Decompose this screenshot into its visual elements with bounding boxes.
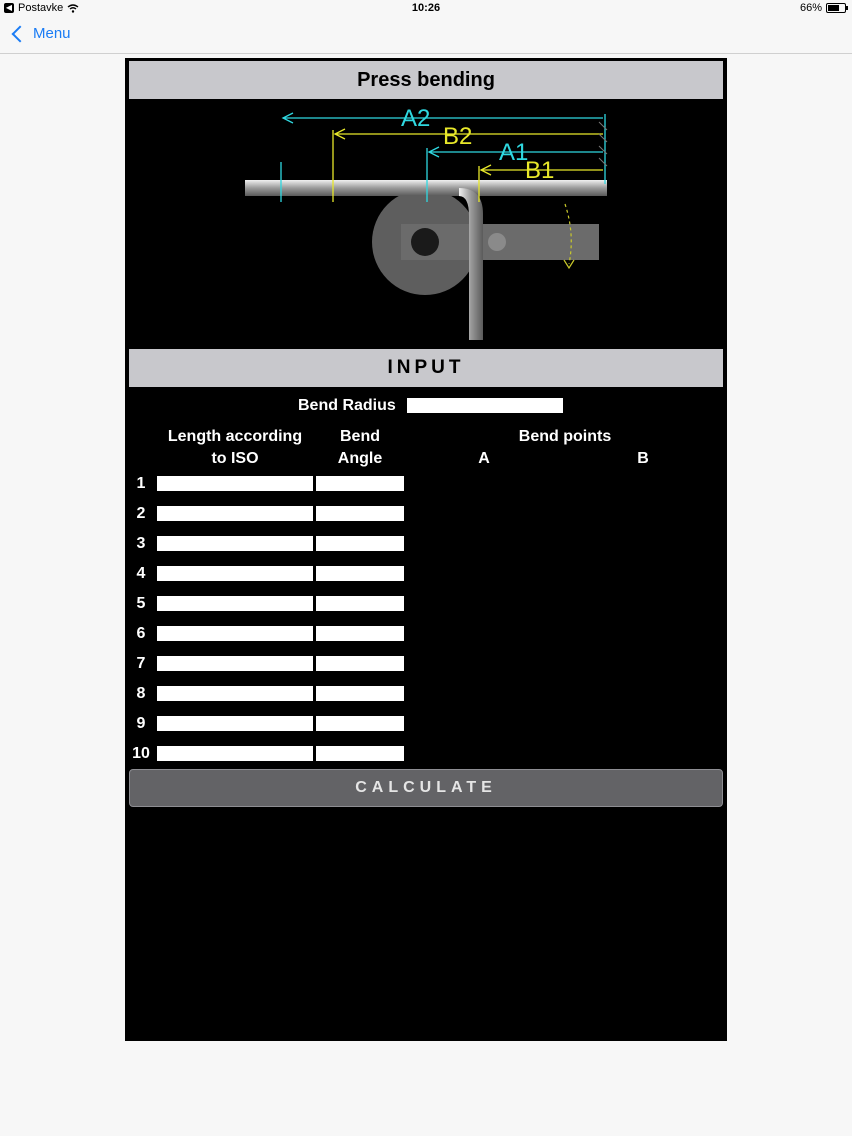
bend-points-header: Bend points xyxy=(518,428,612,445)
row-number: 5 xyxy=(136,595,146,612)
bend-radius-input[interactable] xyxy=(407,398,563,413)
length-input[interactable] xyxy=(157,716,313,731)
angle-input[interactable] xyxy=(316,686,404,701)
angle-header-line1: Bend xyxy=(340,428,380,445)
battery-level xyxy=(828,5,839,11)
row-number: 7 xyxy=(136,655,146,672)
back-button-label: Menu xyxy=(33,25,71,42)
length-input[interactable] xyxy=(157,686,313,701)
row-number: 3 xyxy=(136,535,146,552)
length-input[interactable] xyxy=(157,746,313,761)
row-number: 10 xyxy=(132,745,150,762)
battery-percent: 66% xyxy=(799,2,822,14)
row-number: 9 xyxy=(136,715,146,732)
row-number: 2 xyxy=(136,505,146,522)
length-input[interactable] xyxy=(157,476,313,491)
angle-input[interactable] xyxy=(316,476,404,491)
bend-point-a-header: A xyxy=(478,450,490,467)
length-column-header: Length according to ISO xyxy=(157,426,313,470)
length-input[interactable] xyxy=(157,626,313,641)
row-number: 6 xyxy=(136,625,146,642)
navigation-bar: Menu xyxy=(0,18,852,54)
calculate-button[interactable]: CALCULATE xyxy=(129,769,723,807)
row-number: 1 xyxy=(136,475,146,492)
row-number: 8 xyxy=(136,685,146,702)
status-time: 10:26 xyxy=(411,2,441,14)
angle-input[interactable] xyxy=(316,536,404,551)
angle-input[interactable] xyxy=(316,596,404,611)
press-bending-diagram: A2 B2 A1 B1 xyxy=(245,105,608,340)
die-axle xyxy=(411,228,439,256)
bend-point-b-header: B xyxy=(637,450,649,467)
length-input[interactable] xyxy=(157,536,313,551)
length-header-line2: to ISO xyxy=(211,450,259,467)
length-input[interactable] xyxy=(157,656,313,671)
status-bar: ◀ Postavke 10:26 66% xyxy=(0,0,852,18)
label-b1: B1 xyxy=(525,157,554,184)
angle-input[interactable] xyxy=(316,656,404,671)
row-number: 4 xyxy=(136,565,146,582)
label-a1: A1 xyxy=(499,139,528,166)
length-input[interactable] xyxy=(157,596,313,611)
length-input[interactable] xyxy=(157,506,313,521)
angle-column-header: Bend Angle xyxy=(316,426,404,470)
page-title: Press bending xyxy=(129,61,723,99)
label-b2: B2 xyxy=(443,123,472,150)
input-section-header: INPUT xyxy=(129,349,723,387)
length-header-line1: Length according xyxy=(167,428,303,445)
angle-header-line2: Angle xyxy=(337,450,383,467)
press-bending-panel: Press bending A2 B2 A1 B1 INPUT Bend Rad… xyxy=(125,58,727,1041)
back-button[interactable]: Menu xyxy=(10,25,71,42)
angle-input[interactable] xyxy=(316,746,404,761)
angle-input[interactable] xyxy=(316,506,404,521)
reference-ticks xyxy=(598,121,608,167)
battery-icon xyxy=(826,3,848,13)
bend-radius-label: Bend Radius xyxy=(298,397,396,414)
length-input[interactable] xyxy=(157,566,313,581)
clamp-pin xyxy=(488,233,506,251)
label-a2: A2 xyxy=(401,105,430,132)
angle-input[interactable] xyxy=(316,716,404,731)
angle-input[interactable] xyxy=(316,566,404,581)
status-right: 66% xyxy=(799,2,848,14)
chevron-left-icon xyxy=(11,25,29,42)
angle-input[interactable] xyxy=(316,626,404,641)
